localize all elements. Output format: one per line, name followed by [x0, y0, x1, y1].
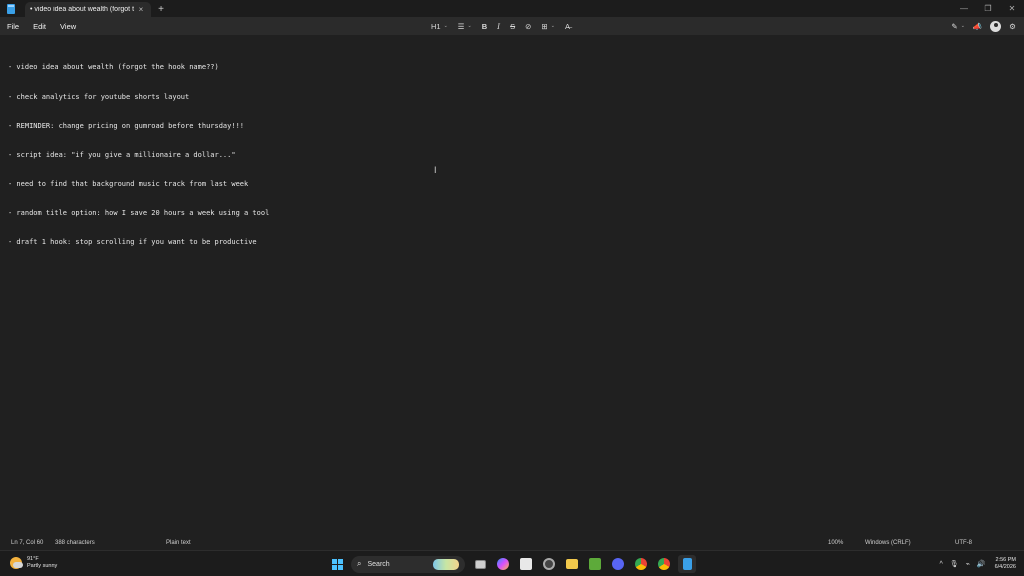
clock-date: 6/4/2026	[994, 564, 1016, 570]
encoding[interactable]: UTF-8	[955, 540, 972, 546]
account-button[interactable]	[986, 17, 1005, 35]
text-cursor-icon: I	[434, 165, 437, 175]
weather-temp: 91°F	[27, 556, 39, 562]
search-label: Search	[367, 560, 390, 568]
volume-icon[interactable]: 🔊	[977, 560, 986, 568]
chevron-up-icon[interactable]: ^	[939, 561, 942, 568]
notepad-app-icon	[0, 0, 22, 17]
network-icon[interactable]: ⌁	[966, 560, 970, 568]
status-bar: Ln 7, Col 60 388 characters Plain text 1…	[0, 536, 1024, 550]
text-editor[interactable]: - video idea about wealth (forgot the ho…	[0, 35, 1024, 536]
chrome-icon	[658, 558, 670, 570]
chrome-button[interactable]	[632, 555, 650, 573]
copilot-icon: ✎	[951, 21, 958, 31]
hexagon-app-icon	[543, 558, 555, 570]
chevron-down-icon: ⌄	[550, 23, 555, 29]
copilot-icon	[497, 558, 509, 570]
restore-button[interactable]: ❐	[976, 0, 1000, 17]
clock-time: 2:56 PM	[995, 556, 1016, 563]
taskbar: 91°F Partly sunny ⌕ Search ^ 🎙 ⌁ 🔊 2:56 …	[0, 550, 1024, 576]
chevron-down-icon: ⌄	[467, 23, 472, 29]
windows-logo-icon	[331, 558, 343, 570]
notifications-button[interactable]: 📣	[969, 17, 986, 35]
close-window-button[interactable]: ✕	[1000, 0, 1024, 17]
tab-document[interactable]: • video idea about wealth (forgot t ×	[25, 2, 151, 17]
minecraft-icon	[589, 558, 601, 570]
tab-title: • video idea about wealth (forgot t	[30, 6, 135, 13]
store-button[interactable]	[517, 555, 535, 573]
weather-widget[interactable]: 91°F Partly sunny	[10, 556, 57, 570]
italic-button[interactable]: I	[492, 17, 505, 35]
notepad-taskbar-button[interactable]	[678, 555, 696, 573]
cursor-position: Ln 7, Col 60	[11, 540, 44, 546]
start-button[interactable]	[328, 555, 346, 573]
minecraft-button[interactable]	[586, 555, 604, 573]
system-tray: ^ 🎙 ⌁ 🔊 2:56 PM 6/4/2026	[932, 555, 1016, 573]
search-highlight-image	[433, 558, 459, 570]
avatar	[990, 20, 1002, 32]
settings-button[interactable]: ⚙	[1005, 17, 1020, 35]
taskbar-search[interactable]: ⌕ Search	[351, 555, 465, 573]
clock[interactable]: 2:56 PM 6/4/2026	[995, 557, 1016, 572]
tab-close-icon[interactable]: ×	[136, 5, 146, 14]
folder-icon	[566, 559, 578, 569]
link-icon: ⊘	[525, 21, 532, 31]
chevron-down-icon: ⌄	[443, 23, 448, 29]
character-count: 388 characters	[55, 540, 95, 546]
table-dropdown[interactable]: ⊞ ⌄	[536, 17, 560, 35]
strikethrough-button[interactable]: S	[505, 17, 520, 35]
task-view-button[interactable]	[471, 555, 489, 573]
editor-line: - script idea: "if you give a millionair…	[8, 150, 236, 159]
weather-condition: Partly sunny	[27, 563, 58, 569]
clear-formatting-button[interactable]: A̶	[560, 17, 575, 35]
gear-icon: ⚙	[1009, 21, 1016, 31]
notepad-icon	[682, 558, 692, 570]
table-icon: ⊞	[541, 21, 548, 31]
list-dropdown[interactable]: ☰ ⌄	[453, 17, 477, 35]
app-button[interactable]	[540, 555, 558, 573]
store-icon	[520, 558, 532, 570]
list-icon: ☰	[457, 21, 465, 31]
discord-button[interactable]	[609, 555, 627, 573]
new-tab-button[interactable]: +	[151, 2, 171, 17]
chrome-profile-button[interactable]	[655, 555, 673, 573]
heading-dropdown[interactable]: H1 ⌄	[426, 17, 453, 35]
file-explorer-button[interactable]	[563, 555, 581, 573]
copilot-taskbar-button[interactable]	[494, 555, 512, 573]
editor-line: - need to find that background music tra…	[8, 179, 249, 188]
discord-icon	[612, 558, 624, 570]
editor-line: - random title option: how I save 20 hou…	[8, 208, 270, 217]
editor-line: - video idea about wealth (forgot the ho…	[8, 63, 219, 72]
menu-file[interactable]: File	[0, 22, 26, 31]
task-view-icon	[474, 559, 486, 569]
toolbar-right: ✎ ⌄ 📣 ⚙	[947, 17, 1020, 35]
editor-line: - check analytics for youtube shorts lay…	[8, 92, 190, 101]
taskbar-apps: ⌕ Search	[328, 555, 701, 573]
copilot-dropdown[interactable]: ✎ ⌄	[947, 17, 969, 35]
text-format[interactable]: Plain text	[166, 540, 191, 546]
bold-button[interactable]: B	[477, 17, 492, 35]
editor-line: - REMINDER: change pricing on gumroad be…	[8, 121, 245, 130]
microphone-icon[interactable]: 🎙	[950, 560, 959, 568]
search-icon: ⌕	[357, 559, 362, 568]
heading-label: H1	[431, 21, 441, 31]
zoom-level[interactable]: 100%	[828, 540, 843, 546]
title-bar: • video idea about wealth (forgot t × + …	[0, 0, 1024, 17]
clear-formatting-icon: A̶	[564, 21, 570, 31]
editor-line: - draft 1 hook: stop scrolling if you wa…	[8, 238, 257, 247]
editor-content[interactable]: - video idea about wealth (forgot the ho…	[8, 44, 269, 267]
menu-view[interactable]: View	[53, 22, 83, 31]
megaphone-icon: 📣	[972, 21, 983, 31]
minimize-button[interactable]: —	[952, 0, 976, 17]
menu-edit[interactable]: Edit	[26, 22, 53, 31]
format-toolbar: H1 ⌄ ☰ ⌄ B I S ⊘ ⊞ ⌄ A̶	[426, 17, 575, 35]
line-ending[interactable]: Windows (CRLF)	[865, 540, 911, 546]
chrome-icon	[635, 558, 647, 570]
window-controls: — ❐ ✕	[952, 0, 1024, 17]
link-button[interactable]: ⊘	[520, 17, 536, 35]
chevron-down-icon: ⌄	[960, 23, 965, 29]
partly-sunny-icon	[10, 557, 23, 569]
